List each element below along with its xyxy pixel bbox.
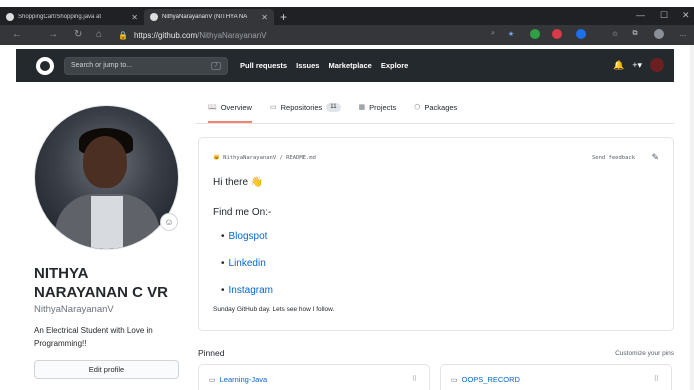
- pinned-repo-name[interactable]: ▭ Learning-Java: [209, 375, 267, 384]
- browser-address-bar: ← → ↻ ⌂ 🔒 https://github.com/NithyaNaray…: [0, 25, 694, 45]
- header-actions: 🔔 +▾: [613, 58, 664, 72]
- edit-profile-button[interactable]: Edit profile: [34, 360, 179, 379]
- lock-icon: 🔒: [118, 30, 128, 40]
- tab-label: Repositories: [280, 103, 323, 112]
- screen: ShoppingCart/Shopping.java at ✕ NithyaNa…: [0, 0, 694, 390]
- link-linkedin[interactable]: • Linkedin: [221, 258, 266, 269]
- github-header: Search or jump to... / Pull requests Iss…: [16, 49, 674, 82]
- customize-pins-link[interactable]: Customize your pins: [615, 350, 674, 357]
- package-icon: ⬡: [414, 104, 421, 111]
- new-tab-icon[interactable]: +: [280, 10, 287, 24]
- profile-tabs: 📖 Overview ▭ Repositories 11 ▦ Projects …: [208, 103, 457, 123]
- page-scrollbar[interactable]: [690, 45, 694, 390]
- minimize-icon[interactable]: —: [636, 10, 645, 20]
- favorites-icon[interactable]: ☆: [610, 29, 620, 39]
- repo-icon: ▭: [451, 376, 458, 384]
- pinned-repo-card[interactable]: ▭ Learning-Java ⠿: [198, 364, 430, 390]
- drag-handle-icon[interactable]: ⠿: [412, 375, 417, 383]
- drag-handle-icon[interactable]: ⠿: [654, 375, 659, 383]
- create-new-icon[interactable]: +▾: [632, 60, 642, 71]
- tab-close-icon[interactable]: ✕: [131, 13, 138, 22]
- nav-pull-requests[interactable]: Pull requests: [240, 61, 287, 70]
- repo-count-badge: 11: [326, 103, 341, 112]
- tab-label: Packages: [424, 103, 458, 112]
- tab-title: ShoppingCart/Shopping.java at: [18, 14, 102, 20]
- user-avatar-icon[interactable]: [650, 58, 664, 72]
- project-icon: ▦: [358, 104, 366, 111]
- url-text: https://github.com/NithyaNarayananV: [133, 30, 267, 40]
- url-field[interactable]: 🔒 https://github.com/NithyaNarayananV: [118, 27, 478, 43]
- star-icon[interactable]: ★: [506, 29, 516, 39]
- tab-label: Projects: [369, 103, 397, 112]
- tab-label: Overview: [220, 103, 252, 112]
- tab-overview[interactable]: 📖 Overview: [208, 103, 252, 123]
- link-blogspot[interactable]: • Blogspot: [221, 231, 267, 242]
- edit-pencil-icon[interactable]: ✎: [651, 152, 659, 163]
- browser-tab-bar: ShoppingCart/Shopping.java at ✕ NithyaNa…: [0, 7, 694, 25]
- search-shortcut: /: [211, 61, 221, 70]
- collections-icon[interactable]: ⧉: [630, 29, 640, 39]
- readme-path[interactable]: 🐱 NithyaNarayananV / README.md: [213, 155, 316, 161]
- browser-tab-profile[interactable]: NithyaNarayananV (NITHYA NA ✕: [144, 9, 274, 25]
- github-logo-icon[interactable]: [36, 56, 54, 75]
- tab-close-icon[interactable]: ✕: [261, 13, 268, 22]
- github-nav: Pull requests Issues Marketplace Explore: [240, 61, 408, 70]
- search-placeholder: Search or jump to...: [71, 62, 133, 69]
- pinned-repo-name[interactable]: ▭ OOPS_RECORD: [451, 375, 520, 384]
- nav-issues[interactable]: Issues: [296, 61, 319, 70]
- link-instagram[interactable]: • Instagram: [221, 285, 273, 296]
- profile-bio: An Electrical Student with Love in Progr…: [34, 326, 153, 348]
- readme-find-me: Find me On:-: [213, 207, 272, 218]
- notification-bell-icon[interactable]: 🔔: [613, 60, 624, 71]
- github-favicon-icon: [150, 13, 158, 21]
- profile-avatar[interactable]: [34, 105, 179, 250]
- more-icon[interactable]: …: [678, 29, 688, 39]
- extension-green-icon[interactable]: [530, 29, 540, 39]
- profile-login: NithyaNarayananV: [34, 304, 114, 315]
- top-strip: [0, 0, 694, 7]
- repo-icon: ▭: [269, 104, 277, 111]
- set-status-smiley-icon[interactable]: ☺: [160, 213, 178, 231]
- browser-tab-shoppingcart[interactable]: ShoppingCart/Shopping.java at ✕: [0, 9, 144, 25]
- tabs-divider: [196, 123, 674, 124]
- tab-title: NithyaNarayananV (NITHYA NA: [162, 14, 248, 20]
- github-favicon-icon: [6, 13, 14, 21]
- nav-marketplace[interactable]: Marketplace: [328, 61, 371, 70]
- repo-icon: ▭: [209, 376, 216, 384]
- extension-blue-icon[interactable]: [576, 29, 586, 39]
- search-input[interactable]: Search or jump to... /: [64, 56, 228, 75]
- close-window-icon[interactable]: ✕: [682, 10, 690, 21]
- pinned-heading: Pinned: [198, 348, 225, 358]
- profile-icon[interactable]: [654, 29, 664, 39]
- maximize-icon[interactable]: ☐: [660, 10, 668, 21]
- send-feedback-link[interactable]: Send feedback: [592, 155, 635, 161]
- back-icon[interactable]: ←: [12, 29, 22, 40]
- book-icon: 📖: [208, 104, 217, 111]
- home-icon[interactable]: ⌂: [96, 29, 102, 40]
- forward-icon[interactable]: →: [48, 29, 58, 40]
- search-icon[interactable]: ⌕: [488, 29, 498, 39]
- readme-greeting: Hi there 👋: [213, 177, 264, 188]
- extension-red-icon[interactable]: [552, 29, 562, 39]
- pinned-repo-card[interactable]: ▭ OOPS_RECORD ⠿: [440, 364, 672, 390]
- readme-footer: Sunday GitHub day. Lets see how I follow…: [213, 306, 335, 313]
- tab-projects[interactable]: ▦ Projects: [359, 103, 397, 123]
- profile-full-name: NITHYA NARAYANAN C VR: [34, 265, 168, 301]
- nav-explore[interactable]: Explore: [381, 61, 409, 70]
- waving-hand-icon: 👋: [250, 177, 264, 188]
- refresh-icon[interactable]: ↻: [74, 29, 82, 40]
- tab-packages[interactable]: ⬡ Packages: [414, 103, 457, 123]
- tab-repositories[interactable]: ▭ Repositories 11: [270, 103, 341, 123]
- readme-box: 🐱 NithyaNarayananV / README.md Send feed…: [198, 137, 674, 331]
